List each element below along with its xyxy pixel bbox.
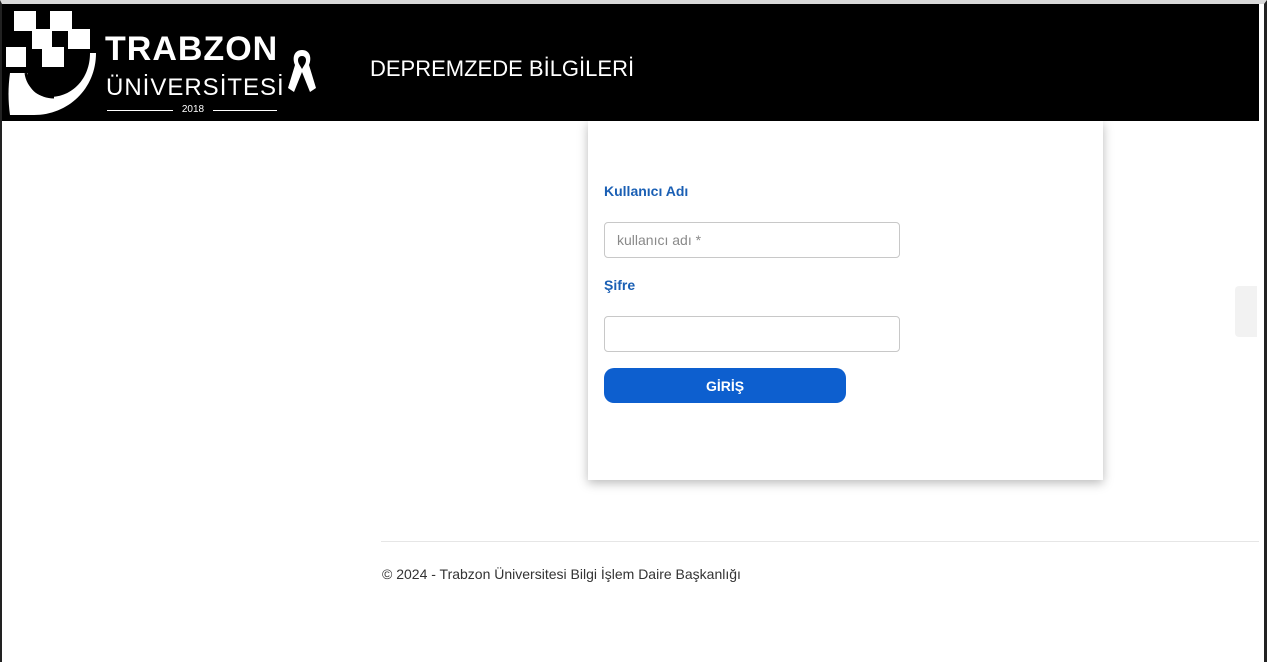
site-header: TRABZON ÜNİVERSİTESİ 2018 DEPREMZEDE BİL… [2, 4, 1259, 121]
side-scroll-handle[interactable] [1235, 286, 1257, 337]
password-input[interactable] [604, 316, 900, 352]
footer-divider [381, 541, 1259, 542]
university-logo-icon [6, 11, 96, 115]
logo-year-row: 2018 [107, 104, 277, 116]
username-input[interactable] [604, 222, 900, 258]
logo-rule-left [107, 110, 173, 111]
footer-copyright: © 2024 - Trabzon Üniversitesi Bilgi İşle… [382, 566, 741, 582]
logo-line-trabzon: TRABZON [105, 30, 279, 68]
login-button[interactable]: GİRİŞ [604, 368, 846, 403]
logo-year: 2018 [181, 104, 205, 115]
logo-line-universitesi: ÜNİVERSİTESİ [106, 74, 285, 101]
awareness-ribbon-icon [288, 50, 316, 92]
page-title: DEPREMZEDE BİLGİLERİ [370, 56, 635, 81]
password-label: Şifre [604, 277, 636, 293]
login-card: Kullanıcı Adı Şifre GİRİŞ [588, 121, 1103, 480]
logo-rule-right [213, 110, 277, 111]
username-label: Kullanıcı Adı [604, 183, 689, 199]
university-logo-text: TRABZON ÜNİVERSİTESİ 2018 [105, 32, 285, 122]
